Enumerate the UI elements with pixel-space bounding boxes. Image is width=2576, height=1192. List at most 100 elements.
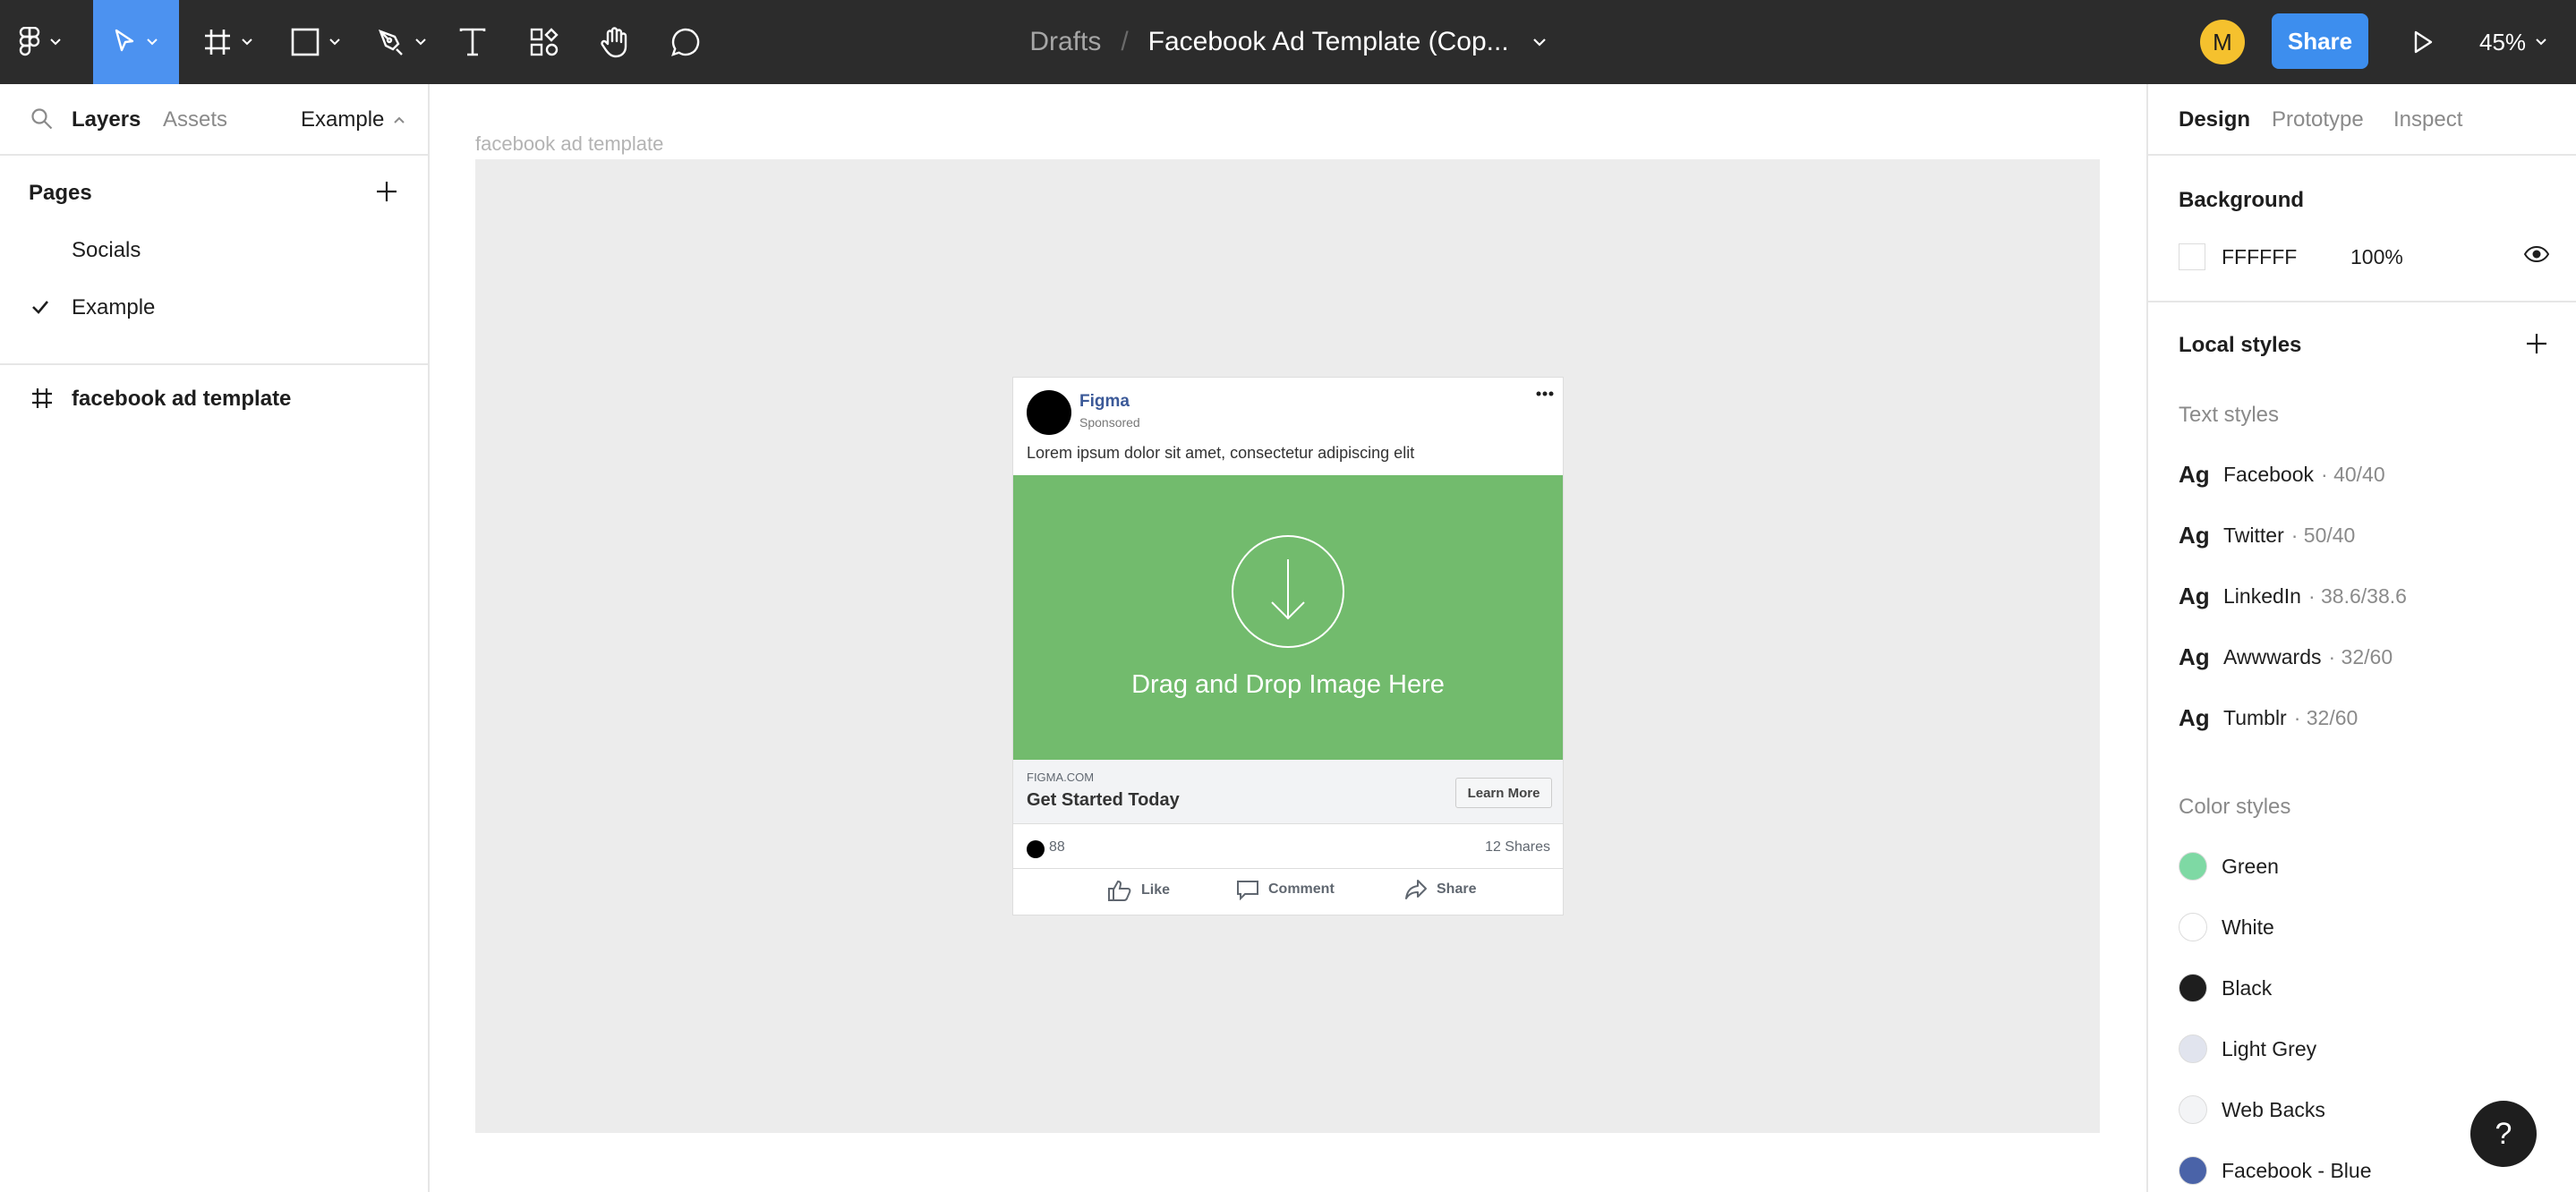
ad-stats-row: 88 12 Shares bbox=[1013, 824, 1563, 869]
color-style-black[interactable]: Black bbox=[2179, 972, 2272, 1004]
text-style-meta: · 32/60 bbox=[2328, 644, 2393, 668]
pen-tool-icon bbox=[378, 29, 403, 55]
tab-prototype[interactable]: Prototype bbox=[2272, 107, 2364, 132]
present-button[interactable] bbox=[2401, 20, 2445, 64]
page-item-example[interactable]: Example bbox=[0, 283, 428, 333]
tab-inspect[interactable]: Inspect bbox=[2393, 107, 2462, 132]
brand-avatar bbox=[1027, 390, 1071, 435]
breadcrumb-separator: / bbox=[1121, 27, 1129, 56]
background-color-swatch[interactable] bbox=[2179, 243, 2205, 270]
comment-bubble-icon bbox=[1237, 881, 1258, 900]
shape-tool-button[interactable] bbox=[276, 0, 356, 84]
tab-layers[interactable]: Layers bbox=[72, 107, 141, 132]
color-style-web-backs[interactable]: Web Backs bbox=[2179, 1094, 2325, 1126]
frame-label[interactable]: facebook ad template bbox=[475, 132, 663, 156]
current-page-label: Example bbox=[301, 107, 385, 132]
text-style-meta: · 50/40 bbox=[2290, 523, 2356, 547]
share-arrow-icon bbox=[1405, 880, 1427, 899]
color-style-white[interactable]: White bbox=[2179, 911, 2274, 943]
chevron-down-icon bbox=[2536, 38, 2546, 46]
color-swatch bbox=[2179, 1095, 2207, 1124]
chevron-down-icon bbox=[50, 38, 61, 46]
zoom-level: 45% bbox=[2479, 28, 2527, 55]
breadcrumb-drafts-link[interactable]: Drafts bbox=[1029, 27, 1101, 57]
figma-logo-icon bbox=[19, 27, 40, 56]
right-panel-tabs: Design Prototype Inspect bbox=[2148, 84, 2576, 156]
layer-label: facebook ad template bbox=[72, 387, 292, 411]
pen-tool-button[interactable] bbox=[362, 0, 442, 84]
zoom-control[interactable]: 45% bbox=[2479, 0, 2547, 84]
text-style-meta: · 32/60 bbox=[2293, 705, 2358, 729]
chevron-down-icon bbox=[415, 38, 426, 46]
ad-body-text: Lorem ipsum dolor sit amet, consectetur … bbox=[1027, 444, 1415, 462]
ad-domain: FIGMA.COM bbox=[1027, 771, 1095, 784]
tab-assets[interactable]: Assets bbox=[163, 107, 227, 132]
drop-image-label: Drag and Drop Image Here bbox=[1131, 670, 1445, 699]
chevron-up-icon bbox=[394, 116, 405, 123]
add-style-icon[interactable] bbox=[2524, 331, 2549, 356]
page-item-socials[interactable]: Socials bbox=[0, 226, 428, 276]
tab-design[interactable]: Design bbox=[2179, 107, 2250, 132]
learn-more-button: Learn More bbox=[1455, 778, 1552, 808]
text-style-linkedin[interactable]: Ag LinkedIn · 38.6/38.6 bbox=[2179, 580, 2407, 612]
resources-button[interactable] bbox=[519, 0, 569, 84]
move-tool-button[interactable] bbox=[93, 0, 179, 84]
background-opacity-input[interactable]: 100% bbox=[2350, 245, 2403, 269]
user-avatar[interactable]: M bbox=[2200, 20, 2245, 64]
frame-hash-icon bbox=[32, 388, 52, 408]
chevron-down-icon bbox=[242, 38, 252, 46]
file-title[interactable]: Facebook Ad Template (Cop... bbox=[1148, 27, 1509, 57]
color-swatch bbox=[2179, 1156, 2207, 1185]
hand-tool-icon bbox=[601, 27, 627, 58]
text-style-glyph-icon: Ag bbox=[2179, 582, 2210, 609]
text-style-glyph-icon: Ag bbox=[2179, 460, 2210, 488]
text-style-name: Facebook bbox=[2223, 462, 2315, 486]
reaction-icon bbox=[1027, 840, 1045, 858]
like-action: Like bbox=[1107, 879, 1170, 902]
color-style-light-grey[interactable]: Light Grey bbox=[2179, 1033, 2316, 1065]
color-style-green[interactable]: Green bbox=[2179, 850, 2279, 882]
chevron-down-icon[interactable] bbox=[1532, 38, 1547, 47]
pages-heading: Pages bbox=[29, 181, 92, 205]
panel-divider bbox=[0, 363, 428, 365]
resources-icon bbox=[530, 28, 559, 56]
color-swatch bbox=[2179, 913, 2207, 941]
eye-icon[interactable] bbox=[2524, 245, 2549, 263]
left-panel-tabs: Layers Assets Example bbox=[0, 84, 430, 156]
search-icon[interactable] bbox=[30, 107, 54, 131]
text-style-name: Tumblr bbox=[2223, 705, 2287, 729]
text-style-tumblr[interactable]: Ag Tumblr · 32/60 bbox=[2179, 702, 2358, 734]
chevron-down-icon bbox=[329, 38, 340, 46]
color-style-name: Green bbox=[2222, 854, 2279, 878]
layers-panel: Layers Assets Example Pages Socials Exam… bbox=[0, 84, 430, 1192]
facebook-ad-card[interactable]: Figma Sponsored Lorem ipsum dolor sit am… bbox=[1012, 377, 1564, 915]
text-style-twitter[interactable]: Ag Twitter · 50/40 bbox=[2179, 519, 2355, 551]
text-style-facebook[interactable]: Ag Facebook · 40/40 bbox=[2179, 458, 2385, 490]
color-swatch bbox=[2179, 1034, 2207, 1063]
text-style-glyph-icon: Ag bbox=[2179, 703, 2210, 731]
more-options-icon bbox=[1536, 391, 1554, 396]
main-menu-button[interactable] bbox=[0, 0, 81, 84]
add-page-icon[interactable] bbox=[374, 179, 399, 204]
help-button[interactable]: ? bbox=[2470, 1101, 2537, 1167]
local-styles-heading: Local styles bbox=[2179, 333, 2302, 357]
color-swatch bbox=[2179, 852, 2207, 881]
share-button[interactable]: Share bbox=[2272, 13, 2368, 69]
page-selector[interactable]: Example bbox=[301, 107, 405, 132]
page-item-label: Socials bbox=[72, 238, 141, 262]
share-count: 12 Shares bbox=[1485, 839, 1550, 855]
color-style-facebook-blue[interactable]: Facebook - Blue bbox=[2179, 1154, 2371, 1187]
text-style-awwwards[interactable]: Ag Awwwards · 32/60 bbox=[2179, 641, 2393, 673]
rectangle-tool-icon bbox=[291, 28, 320, 56]
frame-tool-button[interactable] bbox=[188, 0, 269, 84]
background-hex-input[interactable]: FFFFFF bbox=[2222, 245, 2297, 269]
hand-tool-button[interactable] bbox=[591, 0, 641, 84]
page-item-label: Example bbox=[72, 295, 156, 319]
panel-divider bbox=[2148, 301, 2576, 302]
layer-row-facebook-ad-template[interactable]: facebook ad template bbox=[0, 374, 428, 424]
text-style-meta: · 40/40 bbox=[2321, 462, 2385, 486]
comment-tool-button[interactable] bbox=[661, 0, 711, 84]
text-style-glyph-icon: Ag bbox=[2179, 643, 2210, 670]
text-style-meta: · 38.6/38.6 bbox=[2307, 583, 2407, 608]
text-tool-button[interactable] bbox=[448, 0, 498, 84]
